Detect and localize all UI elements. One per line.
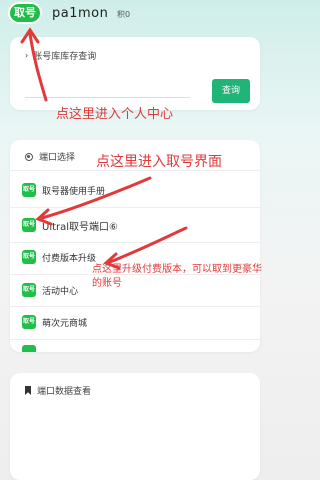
bookmark-icon [25,386,31,395]
app-header: 取号 pa1mon 积0 [0,0,270,30]
app-icon: 取号 [22,218,36,232]
divider [10,207,260,208]
port-selection-title: 端口选择 [39,153,76,163]
app-icon: 取号 [22,250,36,264]
chevron-right-icon: › [25,51,29,60]
app-icon: 取号 [22,183,36,197]
annotation-personal-center: 点这里进入个人中心 [56,107,174,122]
inventory-search-label: 账号库库存查询 [33,52,97,62]
inventory-search-card: › 账号库库存查询 查询 [10,37,260,110]
logo-button[interactable]: 取号 [8,2,42,24]
app-icon: 取号 [22,283,36,297]
partial-app-icon [22,345,36,352]
query-button[interactable]: 查询 [212,79,250,103]
divider [10,339,260,340]
search-input[interactable] [25,97,190,98]
annotation-get-account: 点这里进入取号界面 [96,154,222,170]
menu-item-label: Ultral取号端口⑥ [42,221,119,233]
menu-item-label: 活动中心 [42,286,79,297]
divider [10,306,260,307]
radio-icon [25,152,33,161]
port-data-header[interactable]: 端口数据查看 [25,384,91,397]
port-data-card: 端口数据查看 [10,373,260,480]
port-selection-card: 端口选择 取号 取号器使用手册 取号 Ultral取号端口⑥ 取号 付费版本升级… [10,140,260,352]
menu-item-shop[interactable]: 取号 萌次元商城 [22,310,252,334]
username: pa1mon [52,6,109,21]
menu-item-manual[interactable]: 取号 取号器使用手册 [22,178,252,202]
menu-item-ultral-port[interactable]: 取号 Ultral取号端口⑥ [22,213,252,237]
menu-item-label: 付费版本升级 [42,253,97,264]
menu-item-label: 取号器使用手册 [42,186,106,197]
annotation-upgrade: 点这里升级付费版本，可以取到更豪华的账号 [92,264,262,289]
app-icon: 取号 [22,315,36,329]
menu-item-label: 萌次元商城 [42,318,88,329]
points-badge: 积0 [117,10,131,19]
port-data-title: 端口数据查看 [37,387,92,397]
port-selection-header: 端口选择 [25,150,75,163]
inventory-search-title[interactable]: › 账号库库存查询 [25,49,96,62]
divider [10,242,260,243]
